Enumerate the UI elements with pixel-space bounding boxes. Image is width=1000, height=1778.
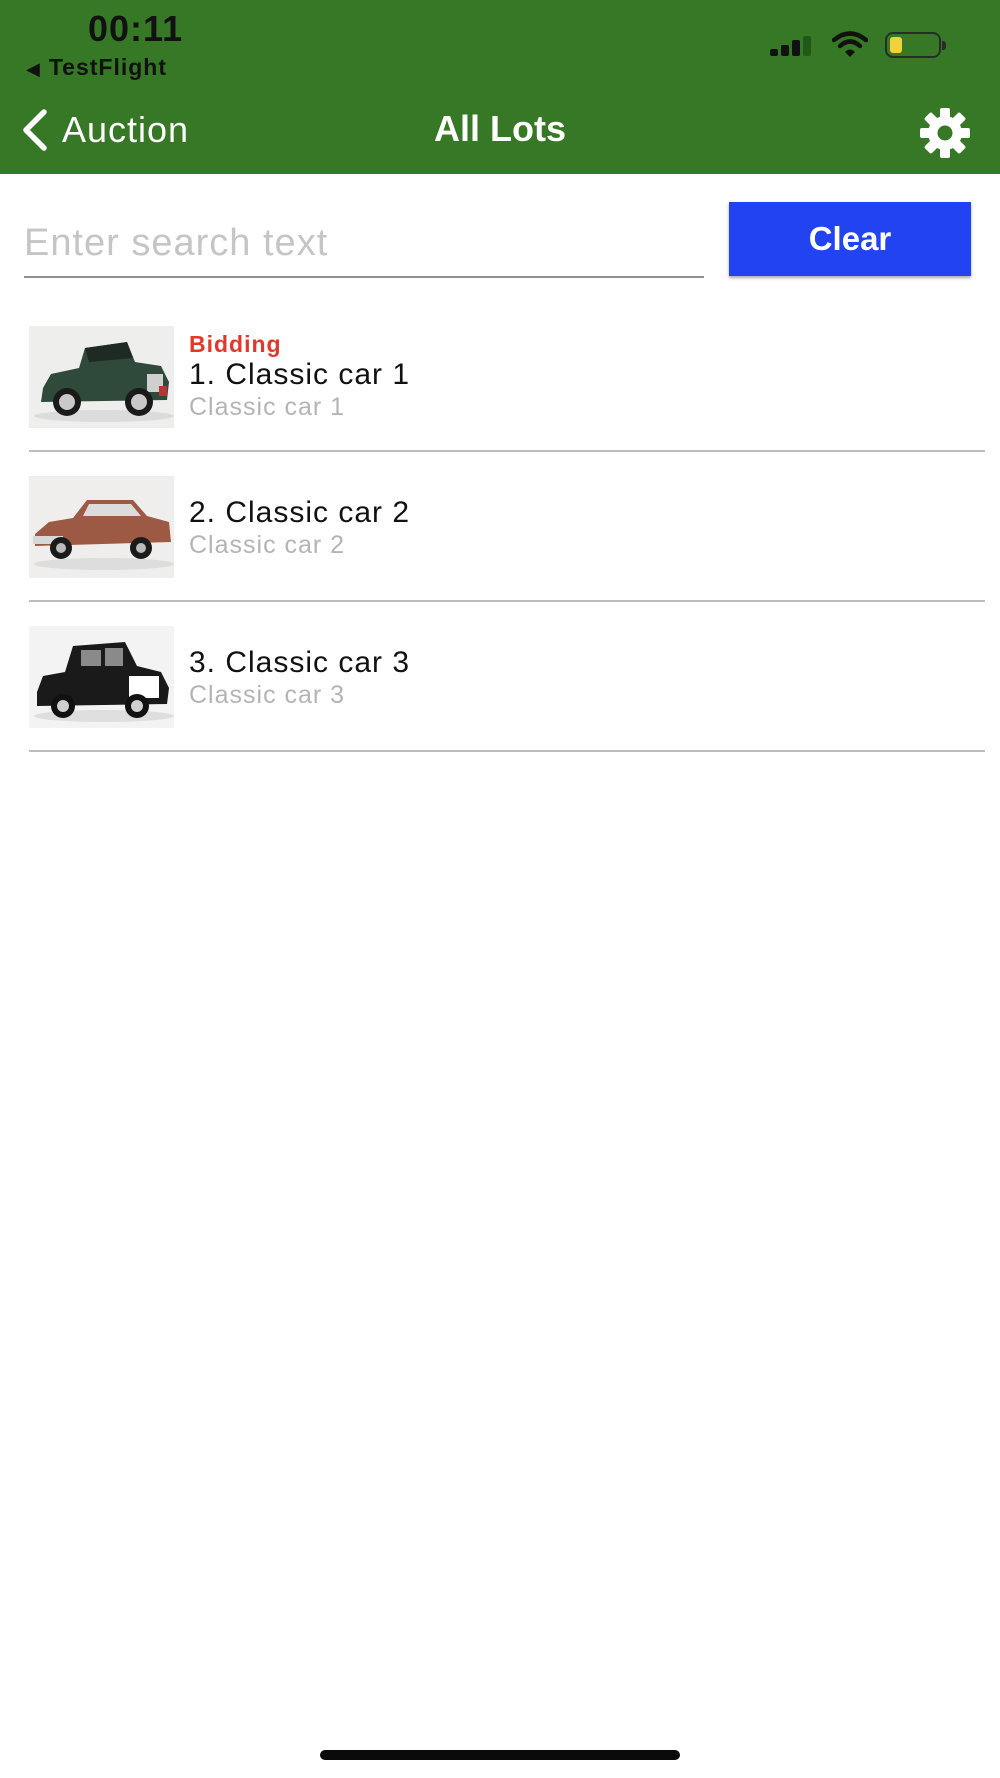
list-item[interactable]: Bidding 1. Classic car 1 Classic car 1: [29, 302, 985, 452]
back-triangle-icon: ◀: [26, 59, 41, 79]
status-back-label: TestFlight: [48, 54, 168, 80]
classic-car-black-limousine: [29, 626, 174, 728]
list-item[interactable]: 2. Classic car 2 Classic car 2: [29, 452, 985, 602]
status-back-link[interactable]: ◀ TestFlight: [26, 54, 167, 81]
car-thumbnail: [29, 476, 174, 578]
wifi-icon: [832, 31, 868, 57]
home-indicator[interactable]: [320, 1750, 680, 1760]
lot-list: Bidding 1. Classic car 1 Classic car 1 2…: [29, 302, 985, 752]
page-title: All Lots: [434, 108, 566, 149]
classic-car-copper-sedan: [29, 476, 174, 578]
car-thumbnail: [29, 626, 174, 728]
lot-subtitle: Classic car 1: [189, 393, 346, 421]
car-thumbnail: [29, 326, 174, 428]
header: 00:11 ◀ TestFlight Auction All Lots: [0, 0, 1000, 174]
battery-level: [890, 37, 902, 53]
gear-icon[interactable]: [918, 106, 972, 160]
lot-subtitle: Classic car 2: [189, 531, 346, 559]
search-input[interactable]: [24, 210, 704, 278]
clear-button[interactable]: Clear: [729, 202, 971, 276]
lot-text: 2. Classic car 2 Classic car 2: [189, 496, 985, 560]
list-item[interactable]: 3. Classic car 3 Classic car 3: [29, 602, 985, 752]
lot-text: Bidding 1. Classic car 1 Classic car 1: [189, 330, 985, 422]
lot-title: 3. Classic car 3: [189, 646, 411, 679]
lot-status-badge: Bidding: [189, 331, 282, 357]
cellular-signal-icon: [770, 36, 816, 56]
lot-text: 3. Classic car 3 Classic car 3: [189, 646, 985, 710]
classic-car-green-convertible: [29, 326, 174, 428]
status-time: 00:11: [88, 8, 184, 49]
battery-icon: [885, 32, 946, 58]
lot-subtitle: Classic car 3: [189, 681, 346, 709]
lot-title: 1. Classic car 1: [189, 358, 411, 391]
lot-title: 2. Classic car 2: [189, 496, 411, 529]
